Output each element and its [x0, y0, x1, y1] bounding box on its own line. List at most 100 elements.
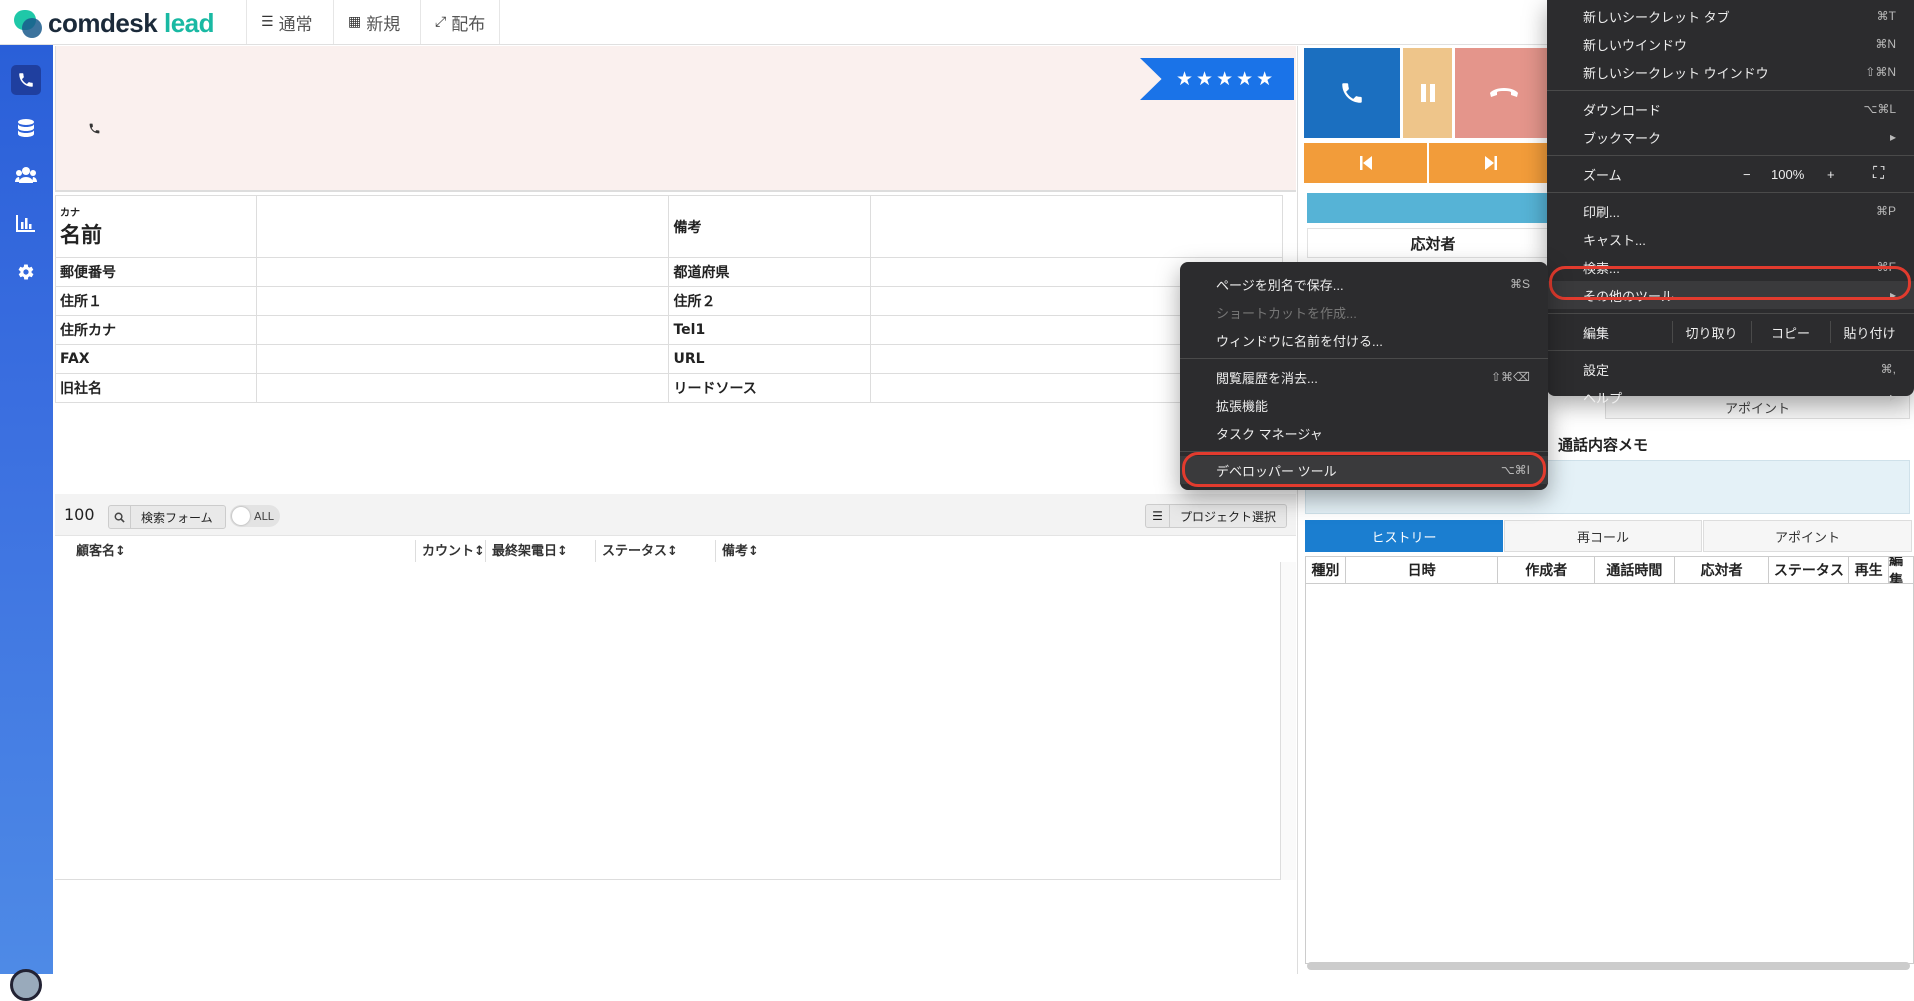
star-rating[interactable]: ★★★★★: [1140, 58, 1294, 100]
menu-separator: [1547, 350, 1914, 351]
column-header-memo[interactable]: 備考↕: [716, 540, 836, 562]
tab-appoint[interactable]: アポイント: [1703, 520, 1912, 552]
memo-label: 備考: [668, 195, 871, 258]
menu-label: 編集: [1583, 325, 1610, 341]
menu-label: ズーム: [1583, 167, 1622, 183]
next-button[interactable]: [1429, 143, 1552, 183]
menu-downloads[interactable]: ダウンロード ⌥⌘L: [1547, 95, 1914, 123]
phone-icon[interactable]: [11, 65, 41, 95]
status-bar: [1307, 193, 1559, 223]
list-scrollbar[interactable]: [1280, 562, 1296, 880]
zoom-out-button[interactable]: −: [1743, 167, 1751, 182]
menu-label: 拡張機能: [1216, 398, 1269, 414]
responder-header: 応対者: [1307, 228, 1559, 258]
name-label-cell: カナ 名前: [54, 195, 258, 258]
submenu-task-manager[interactable]: タスク マネージャ: [1180, 419, 1548, 447]
zip-value[interactable]: [256, 257, 670, 287]
address-kana-value[interactable]: [256, 315, 670, 345]
nav-new-label: 新規: [366, 14, 401, 35]
history-col-status[interactable]: ステータス: [1769, 557, 1850, 583]
menu-separator: [1547, 313, 1914, 314]
copy-button[interactable]: コピー: [1751, 321, 1829, 343]
hold-button[interactable]: [1403, 48, 1452, 138]
name-value[interactable]: [256, 195, 670, 258]
column-header-customer[interactable]: 顧客名↕: [70, 540, 416, 562]
column-header-count[interactable]: カウント↕: [416, 540, 486, 562]
paste-button[interactable]: 貼り付け: [1830, 321, 1908, 343]
menu-shortcut: ⌘,: [1880, 362, 1896, 376]
menu-bookmarks[interactable]: ブックマーク ▸: [1547, 123, 1914, 151]
call-button[interactable]: [1304, 48, 1400, 138]
column-header-status[interactable]: ステータス↕: [596, 540, 716, 562]
menu-shortcut: ⌘T: [1876, 9, 1896, 23]
list-icon: ☰: [261, 14, 274, 30]
menu-label: 閲覧履歴を消去...: [1216, 370, 1318, 386]
grid-icon: ▦: [348, 14, 362, 30]
name-label: 名前: [60, 223, 102, 247]
menu-shortcut: ⇧⌘N: [1865, 65, 1896, 79]
all-toggle[interactable]: ALL: [230, 505, 280, 527]
menu-cast[interactable]: キャスト...: [1547, 225, 1914, 253]
history-col-duration[interactable]: 通話時間: [1595, 557, 1675, 583]
tab-recall[interactable]: 再コール: [1504, 520, 1702, 552]
search-icon: [109, 506, 131, 528]
address1-value[interactable]: [256, 286, 670, 316]
submenu-extensions[interactable]: 拡張機能: [1180, 391, 1548, 419]
list-icon: ☰: [1146, 505, 1170, 527]
fax-label: FAX: [54, 344, 258, 374]
history-scrollbar[interactable]: [1307, 962, 1910, 970]
url-label: URL: [668, 344, 871, 374]
menu-label: 新しいウインドウ: [1583, 37, 1688, 53]
menu-new-incognito-tab[interactable]: 新しいシークレット タブ ⌘T: [1547, 2, 1914, 30]
menu-label: 新しいシークレット タブ: [1583, 9, 1730, 25]
lead-source-label: リードソース: [668, 373, 871, 403]
menu-label: ダウンロード: [1583, 102, 1662, 118]
tab-history[interactable]: ヒストリー: [1305, 520, 1503, 552]
logo-mark-icon: [14, 8, 42, 38]
menu-print[interactable]: 印刷... ⌘P: [1547, 197, 1914, 225]
app-logo[interactable]: comdesk lead: [14, 6, 215, 40]
project-select-label: プロジェクト選択: [1180, 509, 1277, 524]
kana-label: カナ: [60, 208, 80, 219]
column-header-last-call[interactable]: 最終架電日↕: [486, 540, 596, 562]
nav-distribute[interactable]: ⤢ 配布: [420, 0, 501, 44]
menu-label: ブックマーク: [1583, 130, 1662, 146]
submenu-clear-history[interactable]: 閲覧履歴を消去... ⇧⌘⌫: [1180, 363, 1548, 391]
menu-help[interactable]: ヘルプ ▸: [1547, 383, 1914, 411]
nav-normal[interactable]: ☰ 通常: [246, 0, 327, 44]
submenu-name-window[interactable]: ウィンドウに名前を付ける...: [1180, 326, 1548, 354]
menu-new-incognito-window[interactable]: 新しいシークレット ウインドウ ⇧⌘N: [1547, 58, 1914, 86]
menu-label: 新しいシークレット ウインドウ: [1583, 65, 1769, 81]
database-icon[interactable]: [11, 113, 41, 143]
old-name-value[interactable]: [256, 373, 670, 403]
tel1-label: Tel1: [668, 315, 871, 345]
skip-forward-icon: [1484, 156, 1497, 170]
menu-separator: [1180, 358, 1548, 359]
history-col-datetime[interactable]: 日時: [1346, 557, 1499, 583]
project-select-button[interactable]: ☰ プロジェクト選択: [1145, 504, 1287, 528]
previous-button[interactable]: [1304, 143, 1427, 183]
submenu-save-page-as[interactable]: ページを別名で保存... ⌘S: [1180, 270, 1548, 298]
menu-label: 印刷...: [1583, 204, 1620, 220]
history-col-responder[interactable]: 応対者: [1675, 557, 1770, 583]
cut-button[interactable]: 切り取り: [1672, 321, 1750, 343]
history-col-author[interactable]: 作成者: [1498, 557, 1596, 583]
menu-new-window[interactable]: 新しいウインドウ ⌘N: [1547, 30, 1914, 58]
gear-icon[interactable]: [11, 257, 41, 287]
nav-new[interactable]: ▦ 新規: [333, 0, 414, 44]
fullscreen-icon[interactable]: ⛶: [1873, 165, 1884, 183]
submenu-arrow-icon: ▸: [1889, 130, 1896, 144]
hangup-button[interactable]: [1455, 48, 1552, 138]
search-form-button[interactable]: 検索フォーム: [108, 505, 226, 529]
history-col-type[interactable]: 種別: [1306, 557, 1346, 583]
menu-settings[interactable]: 設定 ⌘,: [1547, 355, 1914, 383]
users-icon[interactable]: [11, 160, 41, 190]
memo-value[interactable]: [869, 195, 1284, 258]
history-col-play[interactable]: 再生: [1849, 557, 1890, 583]
history-col-edit[interactable]: 編集: [1889, 557, 1913, 583]
chart-icon[interactable]: [11, 208, 41, 238]
menu-edit: 編集 切り取り コピー 貼り付け: [1547, 318, 1914, 346]
zip-label: 郵便番号: [54, 257, 258, 287]
zoom-in-button[interactable]: +: [1827, 167, 1835, 182]
fax-value[interactable]: [256, 344, 670, 374]
